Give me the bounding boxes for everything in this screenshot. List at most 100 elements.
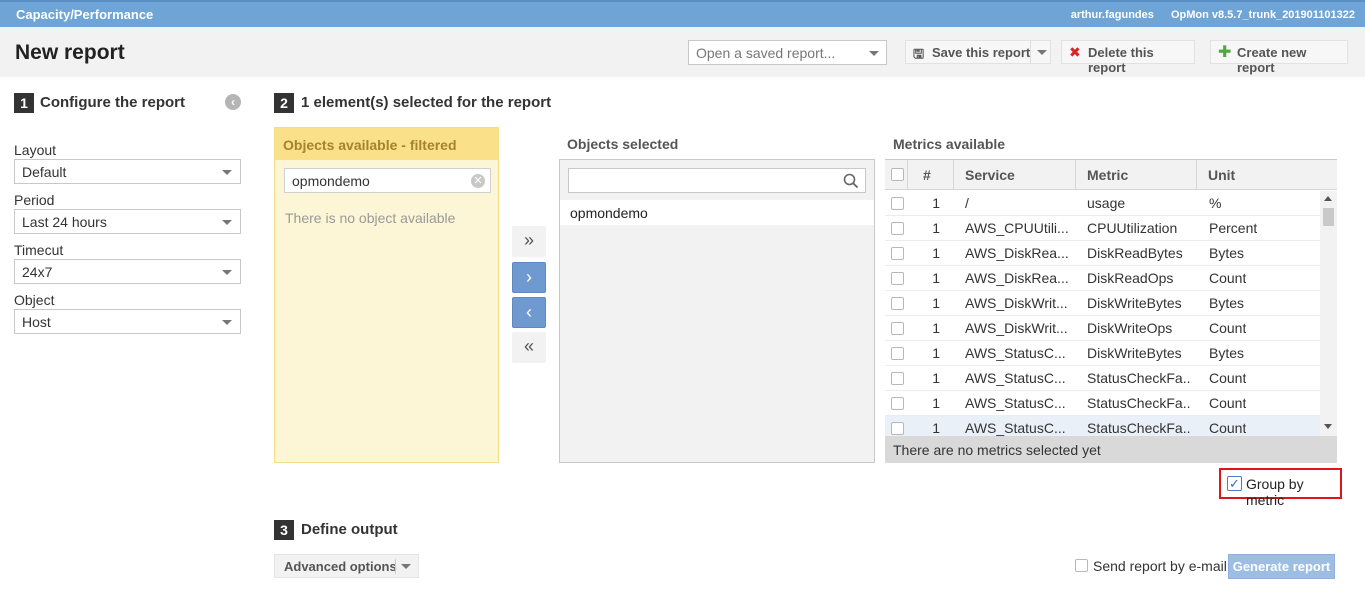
- metric-row[interactable]: 1 AWS_DiskWrit... DiskWriteBytes Bytes: [885, 291, 1320, 316]
- metric-row-service: AWS_DiskWrit...: [965, 295, 1068, 311]
- metric-row[interactable]: 1 AWS_CPUUtili... CPUUtilization Percent: [885, 216, 1320, 241]
- user-info: arthur.fagundes OpMon v8.5.7_trunk_20190…: [1057, 9, 1355, 21]
- app-title: Capacity/Performance: [16, 7, 154, 22]
- selected-item[interactable]: opmondemo: [560, 200, 874, 225]
- metric-row-checkbox[interactable]: [891, 272, 904, 285]
- metric-row-unit: Count: [1209, 320, 1247, 336]
- username[interactable]: arthur.fagundes: [1071, 9, 1154, 21]
- filter-value: opmondemo: [292, 173, 370, 189]
- chevron-down-icon: [222, 170, 232, 175]
- metric-row[interactable]: 1 AWS_DiskWrit... DiskWriteOps Count: [885, 316, 1320, 341]
- metric-row[interactable]: 1 AWS_DiskRea... DiskReadOps Count: [885, 266, 1320, 291]
- plus-icon: ✚: [1218, 44, 1232, 61]
- metric-row[interactable]: 1 AWS_StatusC... DiskWriteBytes Bytes: [885, 341, 1320, 366]
- metric-row-metric: usage: [1087, 195, 1126, 211]
- objects-filter-input[interactable]: opmondemo ✕: [284, 168, 491, 193]
- metric-row-service: AWS_DiskWrit...: [965, 320, 1068, 336]
- metric-row-num: 1: [932, 245, 940, 261]
- send-email-label[interactable]: Send report by e-mail: [1093, 558, 1227, 574]
- create-report-button[interactable]: ✚ Create new report: [1210, 40, 1348, 75]
- metric-row-checkbox[interactable]: [891, 397, 904, 410]
- object-select[interactable]: Host: [14, 309, 241, 334]
- metric-row-unit: Bytes: [1209, 295, 1245, 311]
- collapse-icon[interactable]: ‹: [225, 94, 241, 110]
- saved-report-placeholder: Open a saved report...: [696, 45, 836, 61]
- delete-report-button[interactable]: ✖ Delete this report: [1061, 40, 1195, 75]
- scroll-down-icon[interactable]: [1324, 424, 1332, 429]
- metric-row-unit: Count: [1209, 420, 1247, 436]
- timecut-value: 24x7: [22, 264, 53, 280]
- metric-row[interactable]: 1 / usage%: [885, 191, 1320, 216]
- configure-title: Configure the report: [40, 94, 185, 111]
- selected-search-input[interactable]: [568, 168, 866, 193]
- chevron-down-icon: [222, 270, 232, 275]
- send-email-checkbox[interactable]: [1075, 559, 1088, 572]
- top-bar: Capacity/Performance arthur.fagundes OpM…: [0, 0, 1365, 27]
- generate-report-button[interactable]: Generate report: [1228, 554, 1335, 579]
- advanced-options-label: Advanced options: [284, 559, 397, 574]
- metric-row-checkbox[interactable]: [891, 347, 904, 360]
- metric-row-checkbox[interactable]: [891, 372, 904, 385]
- metric-row-num: 1: [932, 195, 940, 211]
- button-divider: [1030, 41, 1031, 63]
- clear-icon[interactable]: ✕: [471, 174, 485, 188]
- object-value: Host: [22, 314, 51, 330]
- metric-row-metric: CPUUtilization: [1087, 220, 1178, 236]
- metrics-scrollbar[interactable]: [1320, 191, 1337, 436]
- close-icon: ✖: [1069, 44, 1081, 60]
- col-unit[interactable]: Unit: [1208, 167, 1235, 183]
- chevron-down-icon: [222, 320, 232, 325]
- metric-row-checkbox[interactable]: [891, 297, 904, 310]
- metrics-table: # Service Metric Unit 1 / usage% 1 AWS_CPUUt…: [885, 159, 1337, 436]
- save-dropdown-icon[interactable]: [1037, 50, 1047, 55]
- metric-row-checkbox[interactable]: [891, 322, 904, 335]
- metric-row[interactable]: 1 AWS_DiskRea... DiskReadBytes Bytes: [885, 241, 1320, 266]
- group-by-metric-option[interactable]: ✓ Group by metric: [1219, 468, 1342, 508]
- metric-row-num: 1: [932, 395, 940, 411]
- metric-row-num: 1: [932, 270, 940, 286]
- period-select[interactable]: Last 24 hours: [14, 209, 241, 234]
- col-service[interactable]: Service: [965, 167, 1015, 183]
- column-divider: [1196, 160, 1197, 190]
- metric-row-metric: DiskReadOps: [1087, 270, 1174, 286]
- col-num[interactable]: #: [923, 167, 931, 183]
- move-all-right-button[interactable]: »: [512, 226, 546, 257]
- save-report-label: Save this report: [932, 45, 1031, 60]
- delete-report-label: Delete this report: [1088, 45, 1154, 75]
- saved-report-select[interactable]: Open a saved report...: [688, 40, 887, 65]
- col-metric[interactable]: Metric: [1087, 167, 1128, 183]
- metric-row-service: AWS_StatusC...: [965, 345, 1066, 361]
- timecut-select[interactable]: 24x7: [14, 259, 241, 284]
- layout-select[interactable]: Default: [14, 159, 241, 184]
- group-by-metric-checkbox[interactable]: ✓: [1227, 476, 1242, 491]
- metric-row-unit: Bytes: [1209, 245, 1245, 261]
- metric-row[interactable]: 1 AWS_StatusC... StatusCheckFa... Count: [885, 391, 1320, 416]
- metric-row[interactable]: 1 AWS_StatusC... StatusCheckFa... Count: [885, 416, 1320, 436]
- move-right-button[interactable]: ›: [512, 262, 546, 293]
- scroll-thumb[interactable]: [1323, 208, 1334, 226]
- step-1-badge: 1: [14, 93, 34, 113]
- move-all-left-button[interactable]: «: [512, 332, 546, 363]
- metric-row-checkbox[interactable]: [891, 222, 904, 235]
- move-left-button[interactable]: ‹: [512, 297, 546, 328]
- layout-label: Layout: [14, 142, 57, 158]
- metric-row-metric: DiskWriteBytes: [1087, 345, 1182, 361]
- metric-row-checkbox[interactable]: [891, 247, 904, 260]
- metric-row[interactable]: 1 AWS_StatusC... StatusCheckFa... Count: [885, 366, 1320, 391]
- scroll-up-icon[interactable]: [1324, 196, 1332, 201]
- group-by-metric-label[interactable]: Group by metric: [1246, 476, 1340, 508]
- metric-row-unit: Count: [1209, 370, 1247, 386]
- save-report-button[interactable]: 🖫 Save this report: [905, 40, 1051, 64]
- metric-row-service: AWS_StatusC...: [965, 420, 1066, 436]
- metric-row-num: 1: [932, 370, 940, 386]
- select-all-checkbox[interactable]: [891, 168, 904, 181]
- metric-row-checkbox[interactable]: [891, 422, 904, 435]
- objects-selected-header: Objects selected: [567, 136, 679, 152]
- page-header: New report Open a saved report... 🖫 Save…: [0, 27, 1365, 77]
- metric-row-checkbox[interactable]: [891, 197, 904, 210]
- metrics-available-header: Metrics available: [893, 136, 1006, 152]
- output-title: Define output: [301, 521, 398, 538]
- search-icon[interactable]: [843, 173, 859, 189]
- advanced-options-button[interactable]: Advanced options: [274, 554, 419, 578]
- objects-selected-panel: opmondemo: [559, 159, 875, 463]
